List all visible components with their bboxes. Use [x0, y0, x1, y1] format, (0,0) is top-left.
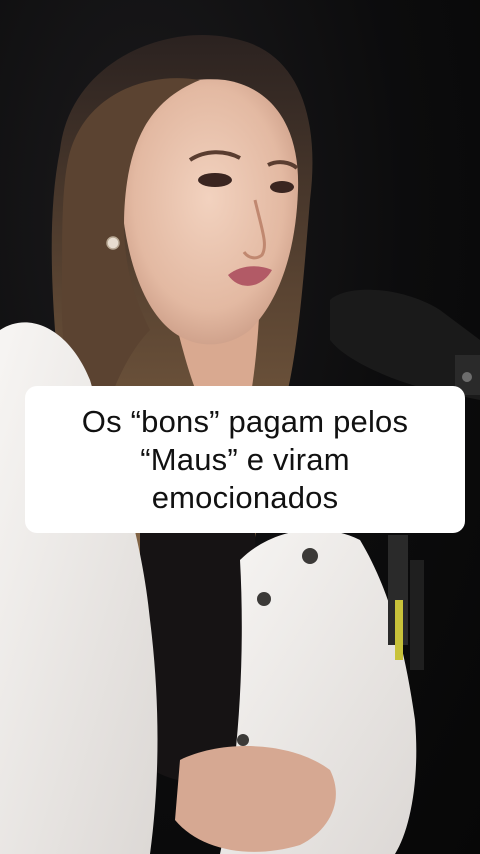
- video-frame[interactable]: Os “bons” pagam pelos “Maus” e viram emo…: [0, 0, 480, 854]
- microphone: [330, 289, 480, 400]
- hand: [175, 746, 336, 852]
- caption-box: Os “bons” pagam pelos “Maus” e viram emo…: [25, 386, 465, 533]
- caption-text: Os “bons” pagam pelos “Maus” e viram emo…: [81, 403, 409, 515]
